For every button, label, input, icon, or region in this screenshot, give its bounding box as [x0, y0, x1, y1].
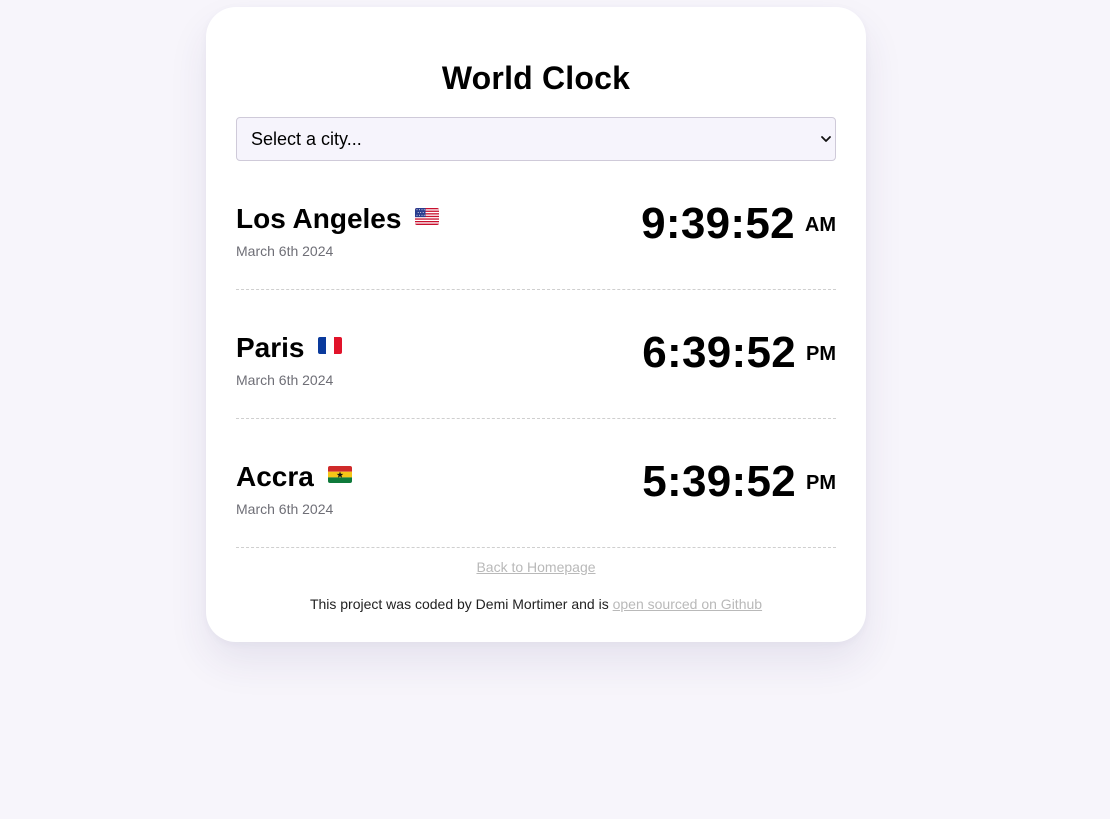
- time-digits: 5:39:52: [642, 457, 796, 506]
- time-period: AM: [804, 214, 836, 236]
- time-digits: 6:39:52: [642, 328, 796, 377]
- github-link[interactable]: open sourced on Github: [613, 596, 762, 612]
- city-date: March 6th 2024: [236, 243, 334, 259]
- city-name: Paris: [236, 332, 343, 364]
- city-time: 5:39:52 PM: [642, 457, 836, 517]
- city-date: March 6th 2024: [236, 372, 334, 388]
- time-digits: 9:39:52: [641, 199, 795, 248]
- page-title: World Clock: [441, 60, 631, 96]
- city-row-los-angeles: Los Angeles March 6th 2024 9:39:52 AM: [236, 161, 836, 290]
- footer-credit: This project was coded by Demi Mortimer …: [206, 596, 866, 612]
- back-to-homepage-link[interactable]: Back to Homepage: [206, 559, 866, 575]
- time-period: PM: [806, 343, 836, 365]
- gh-flag-icon: [327, 466, 352, 484]
- fr-flag-icon: [318, 337, 343, 355]
- footer-credit-text: This project was coded by Demi Mortimer …: [309, 596, 613, 612]
- city-name: Los Angeles: [236, 203, 440, 235]
- us-flag-icon: [415, 208, 440, 226]
- city-list: Los Angeles March 6th 2024 9:39:52 AM Pa…: [236, 161, 836, 548]
- city-date: March 6th 2024: [236, 501, 334, 517]
- city-time: 9:39:52 AM: [641, 199, 836, 259]
- city-name-text: Paris: [236, 332, 305, 363]
- city-select-label: Select a city...: [251, 129, 362, 149]
- city-name: Accra: [236, 461, 352, 493]
- city-name-text: Accra: [236, 461, 314, 492]
- city-time: 6:39:52 PM: [642, 328, 836, 388]
- city-row-accra: Accra March 6th 2024 5:39:52 PM: [236, 419, 836, 548]
- time-period: PM: [806, 472, 836, 494]
- city-row-paris: Paris March 6th 2024 6:39:52 PM: [236, 290, 836, 419]
- chevron-down-icon: [821, 136, 831, 142]
- city-name-text: Los Angeles: [236, 203, 402, 234]
- city-select-dropdown[interactable]: Select a city...: [236, 117, 836, 161]
- world-clock-card: World Clock Select a city... Los Angeles: [206, 7, 866, 642]
